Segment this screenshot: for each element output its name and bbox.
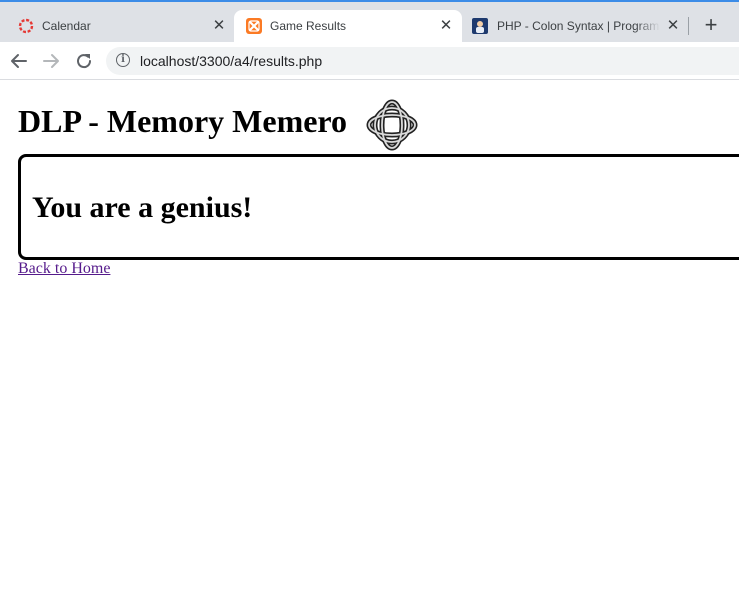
tab-title: PHP - Colon Syntax | Programs bbox=[497, 19, 660, 33]
result-box: You are a genius! bbox=[18, 154, 739, 260]
forward-button[interactable] bbox=[40, 50, 62, 72]
tab-title: Game Results bbox=[270, 19, 347, 33]
site-info-icon[interactable]: i bbox=[116, 53, 130, 67]
site-favicon-icon bbox=[472, 18, 488, 34]
back-to-home-link[interactable]: Back to Home bbox=[18, 260, 110, 278]
tabstrip-accent-line bbox=[0, 0, 739, 2]
browser-tabstrip: Calendar ✕ Game Results ✕ PHP - Colon Sy… bbox=[0, 0, 739, 42]
back-arrow-icon bbox=[11, 54, 27, 68]
forward-arrow-icon bbox=[43, 54, 59, 68]
back-button[interactable] bbox=[8, 50, 30, 72]
tab-game-results[interactable]: Game Results ✕ bbox=[234, 10, 462, 42]
address-bar[interactable]: i localhost/3300/a4/results.php bbox=[106, 47, 739, 75]
tab-title: Calendar bbox=[42, 19, 91, 33]
tab-php-colon-syntax[interactable]: PHP - Colon Syntax | Programs ✕ bbox=[462, 10, 690, 42]
new-tab-button[interactable]: + bbox=[700, 14, 722, 37]
close-tab-icon[interactable]: ✕ bbox=[437, 17, 455, 35]
tab-separator bbox=[688, 17, 689, 35]
reload-icon bbox=[77, 54, 92, 69]
close-tab-icon[interactable]: ✕ bbox=[210, 17, 228, 35]
calendar-favicon-icon bbox=[18, 18, 34, 34]
url-text[interactable]: localhost/3300/a4/results.php bbox=[140, 53, 322, 69]
close-tab-icon[interactable]: ✕ bbox=[664, 17, 682, 35]
page-title: DLP - Memory Memero bbox=[18, 103, 348, 139]
tab-calendar[interactable]: Calendar ✕ bbox=[0, 10, 234, 42]
xampp-favicon-icon bbox=[246, 18, 262, 34]
celtic-knot-logo-icon bbox=[366, 99, 418, 151]
result-message: You are a genius! bbox=[32, 191, 253, 224]
reload-button[interactable] bbox=[73, 50, 95, 72]
